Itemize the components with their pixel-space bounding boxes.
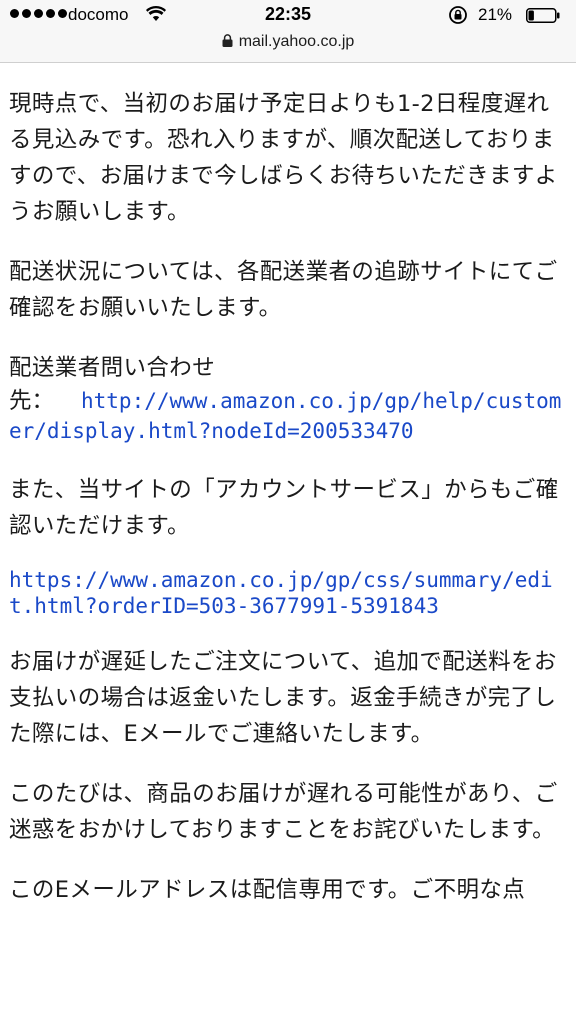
- battery-percent: 21%: [478, 5, 513, 24]
- account-link-block: https://www.amazon.co.jp/gp/css/summary/…: [9, 568, 571, 620]
- order-summary-link[interactable]: https://www.amazon.co.jp/gp/css/summary/…: [9, 568, 553, 618]
- carrier-contact-prefix: 先：: [9, 388, 55, 414]
- status-bar: docomo 22:35 21%: [0, 0, 576, 32]
- battery-icon: [526, 8, 560, 23]
- url-text: mail.yahoo.co.jp: [238, 33, 355, 50]
- address-bar[interactable]: mail.yahoo.co.jp: [0, 33, 576, 51]
- padlock-icon: [222, 34, 233, 47]
- browser-top-bar: docomo 22:35 21% mail.yahoo.co.jp: [0, 0, 576, 63]
- email-body: 現時点で、当初のお届け予定日よりも1-2日程度遅れる見込みです。恐れ入りますが、…: [9, 86, 571, 932]
- rotation-lock-icon: [449, 6, 467, 24]
- carrier-contact-label: 配送業者問い合わせ: [9, 355, 216, 381]
- carrier-contact-line: 先： http://www.amazon.co.jp/gp/help/custom…: [9, 386, 571, 446]
- paragraph-sender-only: このEメールアドレスは配信専用です。ご不明な点: [9, 877, 526, 903]
- paragraph-refund: お届けが遅延したご注文について、追加で配送料をお支払いの場合は返金いたします。返…: [9, 649, 557, 747]
- paragraph-tracking: 配送状況については、各配送業者の追跡サイトにてご確認をお願いいたします。: [9, 259, 558, 321]
- paragraph-apology: このたびは、商品のお届けが遅れる可能性があり、ご迷惑をおかけしておりますことをお…: [9, 781, 558, 843]
- carrier-help-link[interactable]: http://www.amazon.co.jp/gp/help/customer…: [9, 389, 561, 443]
- paragraph-account-service: また、当サイトの「アカウントサービス」からもご確認いただけます。: [9, 477, 559, 539]
- paragraph-delay-notice: 現時点で、当初のお届け予定日よりも1-2日程度遅れる見込みです。恐れ入りますが、…: [9, 91, 558, 225]
